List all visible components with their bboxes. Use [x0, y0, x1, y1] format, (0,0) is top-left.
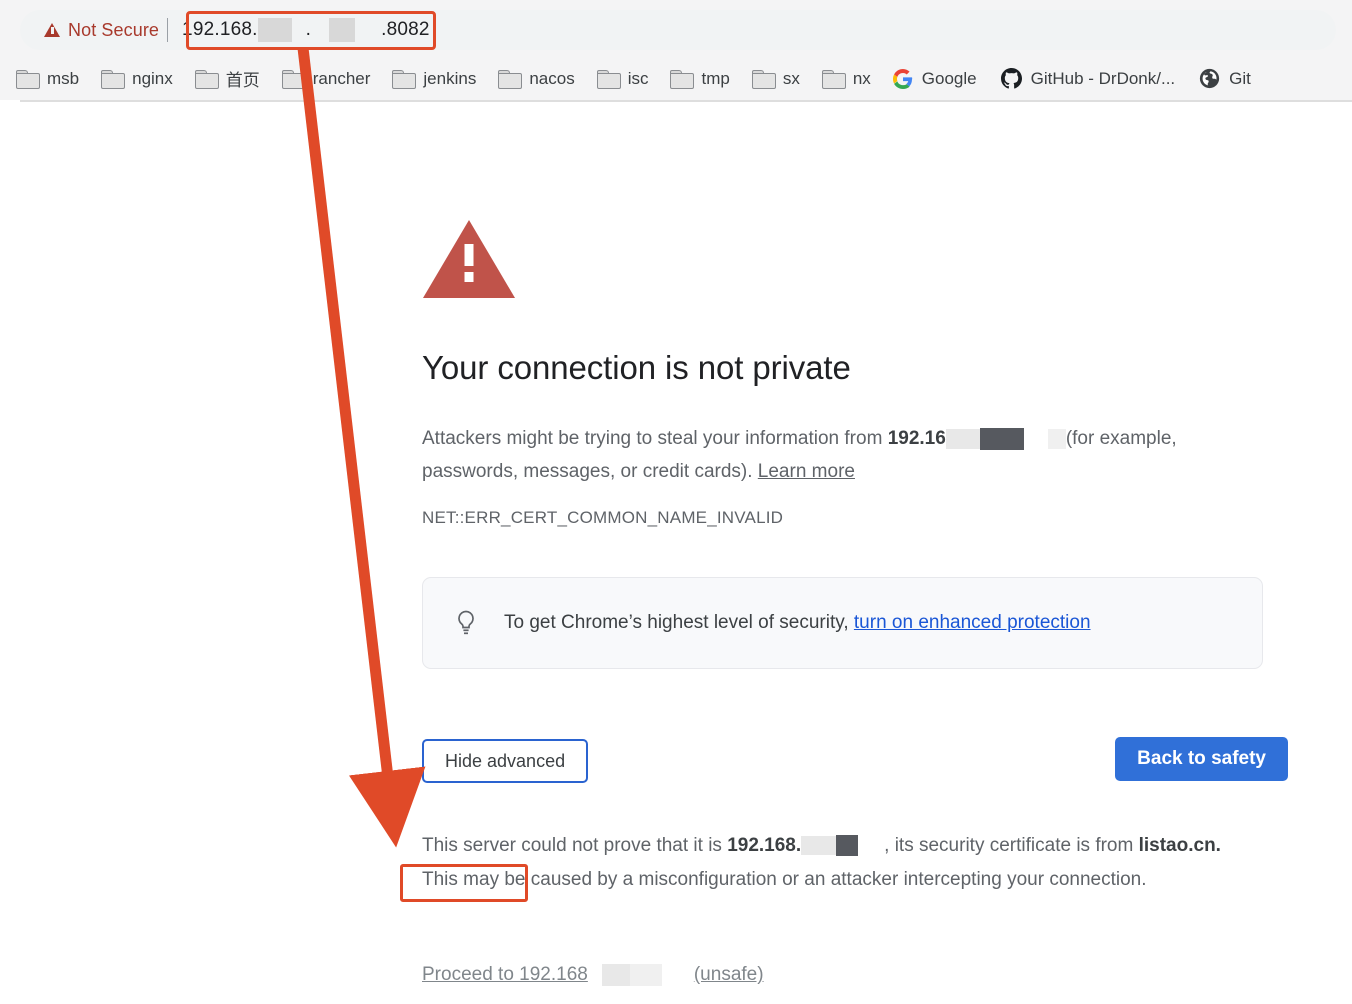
folder-icon	[392, 70, 417, 89]
browser-chrome: Not Secure 192.168. . .8082 msb nginx 首页…	[0, 0, 1352, 102]
body-host: 192.16	[887, 428, 946, 449]
google-icon	[892, 68, 913, 89]
bookmarks-bar: msb nginx 首页 rancher jenkins nacos isc t…	[0, 57, 1352, 100]
proceed-redaction-2	[629, 964, 662, 986]
folder-icon	[16, 70, 40, 89]
body-redaction-1	[945, 428, 980, 449]
button-row: Hide advanced Back to safety	[422, 737, 1288, 787]
body-redaction-2	[979, 427, 1024, 450]
folder-icon	[281, 70, 306, 89]
interstitial-body: Attackers might be trying to steal your …	[422, 422, 1267, 488]
advanced-details: This server could not prove that it is 1…	[422, 829, 1252, 897]
bookmark-label: msb	[47, 68, 80, 88]
bookmark-label: nacos	[529, 68, 575, 88]
url-prefix: 192.168.	[182, 19, 258, 40]
globe-icon	[1199, 68, 1220, 89]
url-suffix: .8082	[381, 19, 430, 40]
advanced-host: 192.168.	[727, 835, 802, 856]
bookmark-label: tmp	[701, 68, 730, 88]
folder-icon	[751, 70, 776, 89]
folder-icon	[596, 70, 621, 89]
security-badge-label: Not Secure	[68, 19, 160, 40]
lightbulb-icon	[455, 610, 477, 636]
back-to-safety-button[interactable]: Back to safety	[1115, 737, 1288, 781]
enhanced-protection-box: To get Chrome’s highest level of securit…	[422, 577, 1263, 669]
bookmark-label: isc	[627, 68, 649, 88]
bookmark-label: rancher	[312, 68, 371, 88]
bookmark-msb[interactable]: msb	[16, 69, 79, 89]
bookmark-shouye[interactable]: 首页	[194, 66, 260, 91]
proceed-unsafe-link[interactable]: Proceed to 192.168 (unsafe)	[422, 964, 764, 986]
folder-icon	[670, 70, 695, 89]
bookmark-github[interactable]: GitHub - DrDonk/...	[1000, 68, 1176, 89]
bookmark-label: Google	[921, 68, 977, 88]
advanced-redaction-1	[801, 836, 837, 856]
enhanced-protection-link[interactable]: turn on enhanced protection	[854, 612, 1091, 633]
github-icon	[1000, 68, 1022, 89]
folder-icon	[194, 70, 219, 89]
warning-triangle-icon	[44, 23, 60, 37]
page-title: Your connection is not private	[422, 349, 851, 386]
url-separator: .	[305, 19, 312, 40]
bookmark-nginx[interactable]: nginx	[101, 69, 173, 89]
proceed-tail: (unsafe)	[693, 964, 764, 985]
bookmark-label: sx	[782, 68, 800, 88]
hide-advanced-button[interactable]: Hide advanced	[422, 739, 589, 783]
advanced-line3: connection.	[1049, 869, 1147, 890]
advanced-line2-tail: This may be caused by a misconfiguration…	[422, 869, 1045, 890]
enhanced-protection-text: To get Chrome’s highest level of securit…	[504, 612, 1091, 634]
body-redaction-3	[1047, 428, 1066, 449]
bookmark-git[interactable]: Git	[1199, 68, 1251, 89]
bookmark-label: nginx	[132, 68, 173, 88]
enhanced-text-lead: To get Chrome’s highest level of securit…	[504, 612, 854, 633]
body-lead: Attackers might be trying to steal your …	[422, 428, 888, 449]
bookmark-label: nx	[852, 68, 871, 88]
page-content: Your connection is not private Attackers…	[0, 102, 1352, 1004]
bookmark-label: GitHub - DrDonk/...	[1030, 68, 1176, 88]
bookmark-label: jenkins	[423, 68, 477, 88]
bookmark-label: Git	[1229, 68, 1251, 88]
bookmark-label: 首页	[225, 71, 260, 90]
folder-icon	[101, 70, 126, 89]
omnibox[interactable]: Not Secure 192.168. . .8082	[20, 10, 1336, 50]
proceed-lead: Proceed to 192.168	[422, 964, 588, 985]
folder-icon	[498, 70, 523, 89]
bookmark-isc[interactable]: isc	[596, 68, 649, 89]
browser-window: Not Secure 192.168. . .8082 msb nginx 首页…	[0, 0, 1352, 1004]
warning-triangle-icon	[422, 218, 516, 300]
learn-more-link[interactable]: Learn more	[758, 461, 855, 482]
folder-icon	[821, 70, 846, 89]
advanced-line1-mid: , its security certificate is from	[884, 835, 1134, 856]
bookmark-tmp[interactable]: tmp	[670, 68, 730, 89]
certificate-host: listao.cn.	[1138, 835, 1221, 856]
omnibox-divider	[167, 18, 169, 42]
proceed-redaction-1	[601, 964, 630, 986]
url-redaction-1	[257, 18, 292, 42]
bookmark-rancher[interactable]: rancher	[281, 68, 371, 89]
bookmark-jenkins[interactable]: jenkins	[392, 69, 476, 89]
advanced-redaction-2	[836, 835, 859, 857]
security-badge[interactable]: Not Secure	[20, 10, 159, 50]
url-redaction-2	[329, 18, 356, 42]
bookmark-sx[interactable]: sx	[751, 68, 800, 89]
bookmark-nx[interactable]: nx	[821, 68, 871, 89]
advanced-line1-lead: This server could not prove that it is	[422, 835, 728, 856]
bookmark-nacos[interactable]: nacos	[498, 68, 575, 89]
error-code: NET::ERR_CERT_COMMON_NAME_INVALID	[422, 508, 784, 527]
url-input[interactable]: 192.168. . .8082	[182, 18, 430, 42]
bookmark-google[interactable]: Google	[892, 68, 977, 89]
